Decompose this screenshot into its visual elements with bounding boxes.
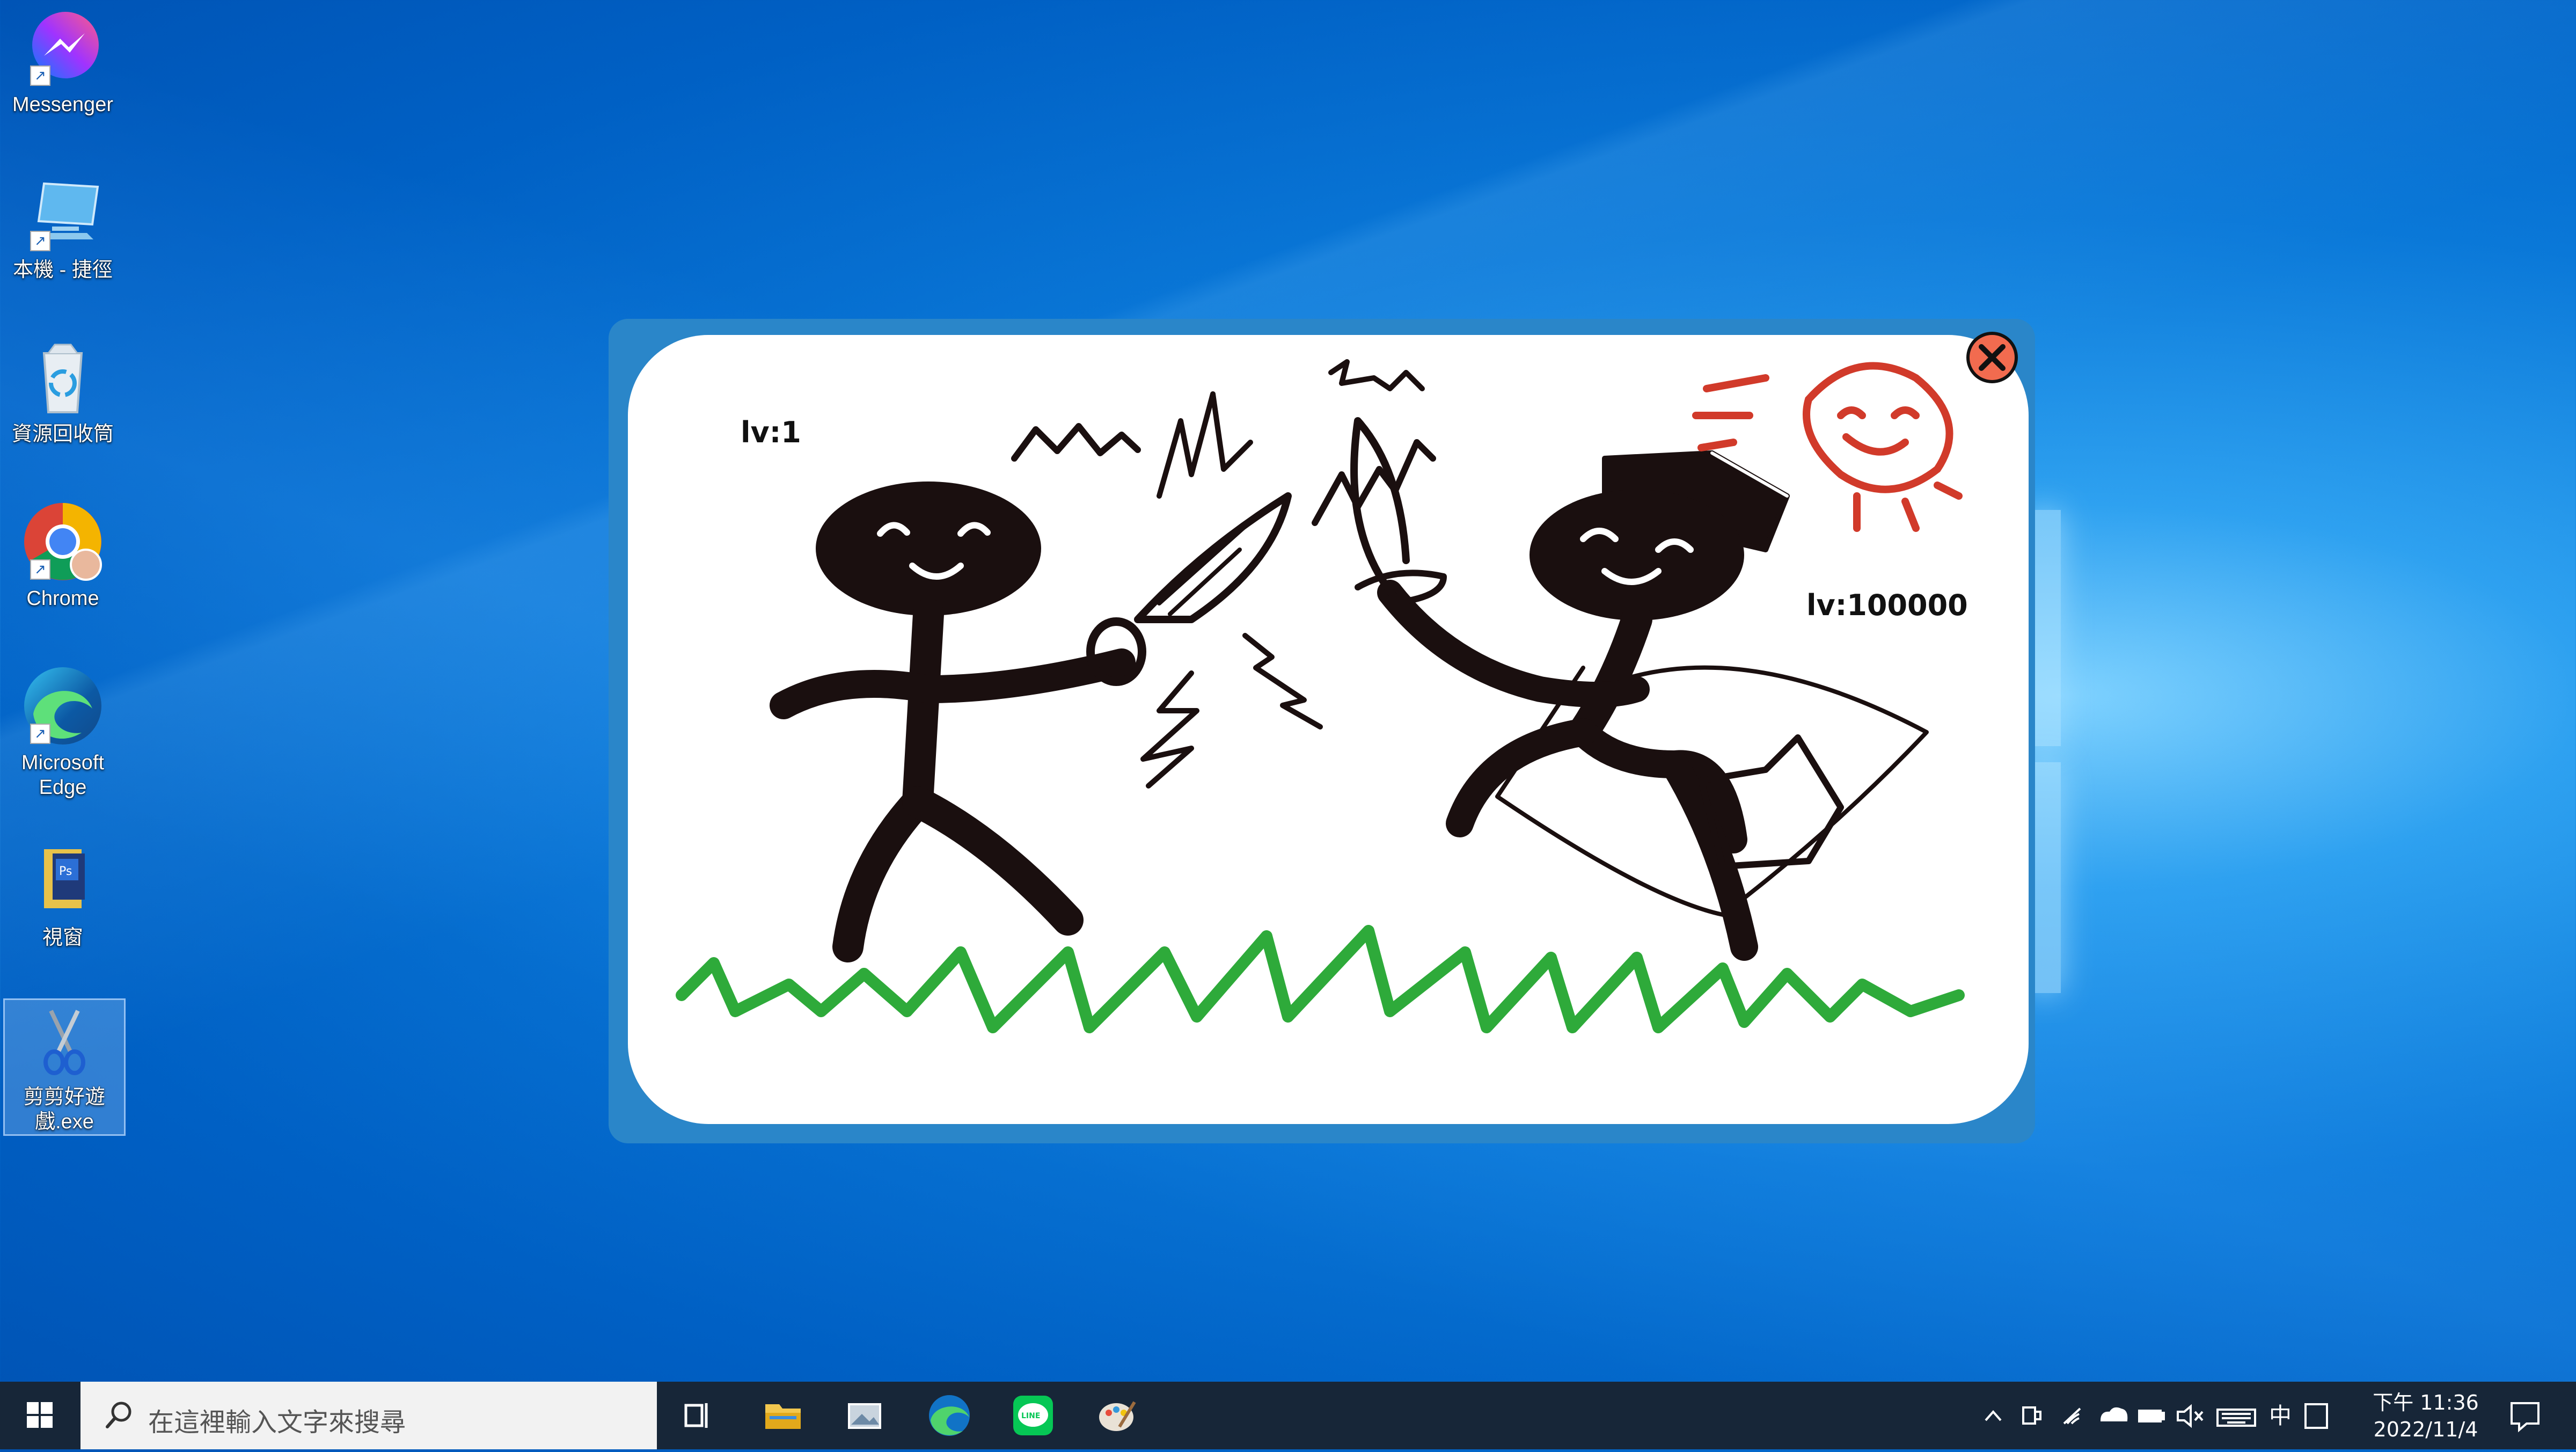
scissors-icon: [24, 1000, 105, 1081]
search-placeholder: 在這裡輸入文字來搜尋: [148, 1407, 406, 1438]
player-head: [816, 481, 1041, 616]
desktop-icon-window-folder[interactable]: Ps 視窗: [3, 841, 122, 950]
paint-taskbar-button[interactable]: [1093, 1391, 1141, 1440]
taskbar-clock[interactable]: 下午 11:36 2022/11/4: [2361, 1389, 2490, 1443]
task-view-icon: [684, 1403, 708, 1428]
paint-icon: [1099, 1401, 1136, 1431]
close-button[interactable]: [1966, 332, 2018, 383]
edge-icon: ↗: [23, 666, 103, 746]
edge-taskbar-button[interactable]: [925, 1391, 974, 1440]
spark: [1157, 391, 1253, 499]
desktop-icon-recycle-bin[interactable]: 資源回收筒: [3, 337, 122, 447]
enemy-head: [1529, 490, 1744, 621]
taskbar: 在這裡輸入文字來搜尋 LINE 中 下午 11:36 2022/11/4: [0, 1382, 2576, 1449]
notification-icon: [2511, 1402, 2540, 1433]
file-explorer-button[interactable]: [759, 1391, 807, 1440]
edge-icon: [929, 1395, 970, 1436]
folder-icon: Ps: [23, 841, 103, 921]
desktop-icon-this-pc[interactable]: ↗ 本機 - 捷徑: [3, 173, 122, 282]
player-level: lv:1: [741, 415, 801, 449]
player-body: [902, 599, 944, 818]
photo-app-icon: [848, 1403, 881, 1429]
desktop-icon-messenger[interactable]: ↗ Messenger: [3, 8, 122, 117]
enemy-level: lv:100000: [1806, 588, 1968, 622]
scribble: [1011, 423, 1141, 462]
line-icon: LINE: [1013, 1396, 1053, 1435]
tray-icons: [1985, 1404, 2256, 1428]
folder-icon: [765, 1404, 801, 1429]
svg-text:LINE: LINE: [1021, 1412, 1040, 1420]
desktop-icon-chrome[interactable]: ↗ Chrome: [3, 501, 122, 611]
game-window: lv:1 lv:100000: [609, 319, 2035, 1143]
enemy-body: [1568, 604, 1652, 748]
game-scene: lv:1 lv:100000: [628, 335, 2029, 1124]
search-icon: [106, 1402, 131, 1428]
computer-icon: ↗: [23, 173, 103, 253]
grass: [676, 925, 1965, 1033]
search-box[interactable]: 在這裡輸入文字來搜尋: [80, 1382, 657, 1449]
line-taskbar-button[interactable]: LINE: [1009, 1391, 1057, 1440]
close-icon: [1979, 344, 2006, 371]
svg-text:Ps: Ps: [59, 865, 72, 878]
chrome-icon: ↗: [23, 501, 103, 582]
windows-icon: [27, 1402, 53, 1428]
start-button[interactable]: [0, 1382, 80, 1449]
system-tray: 中: [1975, 1382, 2351, 1449]
messenger-icon: ↗: [23, 8, 103, 88]
clock-date: 2022/11/4: [2373, 1418, 2478, 1441]
desktop-icon-edge[interactable]: ↗ Microsoft Edge: [3, 666, 122, 800]
taskbar-app-image-button[interactable]: [840, 1391, 889, 1440]
notification-center-button[interactable]: [2501, 1391, 2549, 1440]
clock-time: 下午 11:36: [2373, 1391, 2479, 1414]
task-view-button[interactable]: [673, 1391, 721, 1440]
recycle-bin-icon: [23, 337, 103, 418]
ime-indicator: 中: [2269, 1403, 2292, 1429]
desktop-icon-game-exe[interactable]: 剪剪好遊戲.exe: [3, 998, 126, 1136]
